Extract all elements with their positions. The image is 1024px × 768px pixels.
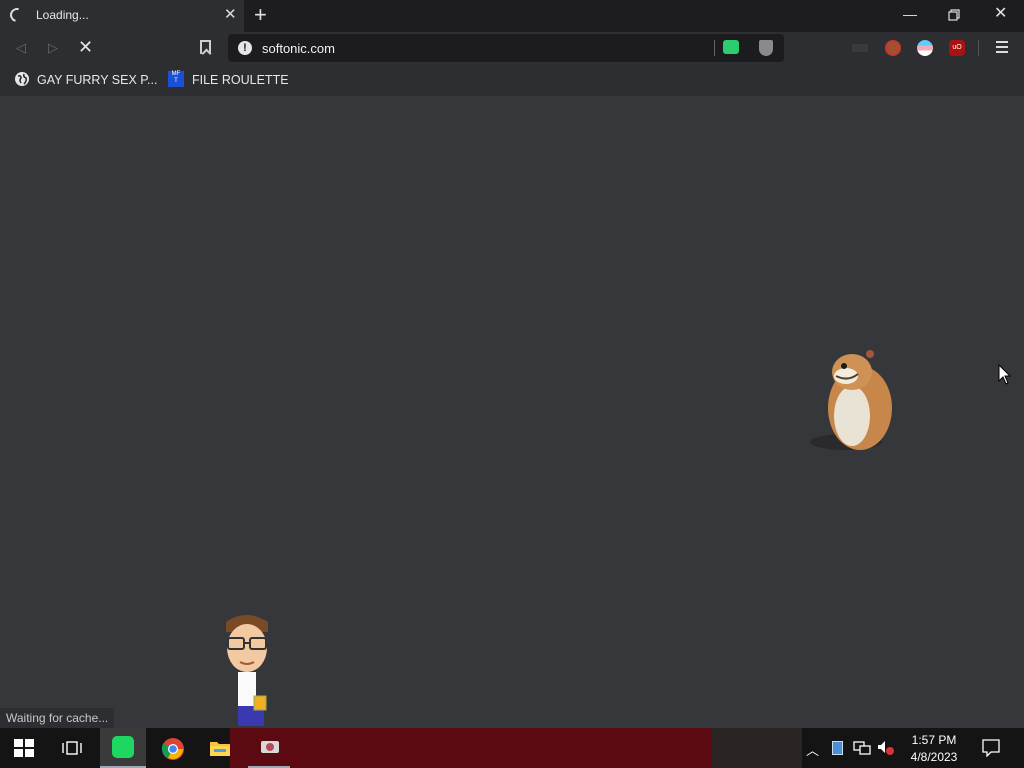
restore-icon	[948, 9, 960, 21]
new-tab-button[interactable]: +	[254, 3, 267, 27]
tab-close-icon[interactable]: ✕	[224, 6, 237, 24]
tray-app-icon[interactable]	[832, 741, 843, 755]
tab-strip: Loading... ✕ + — ✕	[0, 0, 1024, 32]
address-bar-divider	[714, 40, 715, 56]
address-bar[interactable]: ! softonic.com	[228, 34, 784, 62]
shield-icon[interactable]	[759, 40, 773, 56]
flag-extension-icon[interactable]	[917, 40, 933, 56]
site-info-icon[interactable]: !	[238, 41, 252, 55]
clock-date: 4/8/2023	[910, 750, 958, 764]
taskbar-file-explorer[interactable]	[198, 728, 242, 768]
cartoon-character-image	[226, 615, 268, 726]
bookmark-item-2[interactable]: FILE ROULETTE	[192, 73, 289, 87]
folder-icon	[210, 742, 230, 756]
windows-start-icon[interactable]	[14, 739, 34, 757]
bookmark-icon[interactable]	[200, 40, 211, 54]
back-button[interactable]: ◁	[16, 40, 26, 56]
restore-button[interactable]	[948, 8, 960, 21]
bookmark-item-1[interactable]: GAY FURRY SEX P...	[37, 73, 157, 87]
clock-time: 1:57 PM	[911, 733, 957, 747]
tray-clock[interactable]: 1:57 PM 4/8/2023	[908, 732, 960, 766]
file-roulette-icon: MF T	[168, 71, 184, 87]
hamster-image	[810, 350, 892, 450]
volume-muted-icon[interactable]	[877, 740, 895, 756]
close-window-button[interactable]: ✕	[994, 6, 1007, 22]
status-bar: Waiting for cache...	[0, 708, 115, 728]
globe-icon	[15, 72, 29, 86]
windows-taskbar: ︿	[0, 728, 1024, 768]
taskbar-app-active[interactable]	[248, 728, 290, 768]
forward-button[interactable]: ▷	[48, 40, 58, 56]
ghost-extension-icon[interactable]	[852, 44, 868, 52]
bookmarks-bar: GAY FURRY SEX P... MF T FILE ROULETTE	[0, 64, 1024, 96]
avatar-extension-icon[interactable]	[885, 40, 901, 56]
menu-icon[interactable]	[996, 41, 1008, 56]
action-center-icon[interactable]	[982, 739, 1000, 757]
ublock-origin-icon[interactable]: uO	[949, 40, 965, 56]
task-view-icon[interactable]	[62, 740, 82, 756]
tab-title: Loading...	[36, 8, 89, 22]
taskbar-chrome[interactable]	[150, 728, 196, 768]
minimize-button[interactable]: —	[903, 6, 917, 22]
tray-overflow-chevron-icon[interactable]: ︿	[806, 740, 819, 759]
green-extension-icon[interactable]	[723, 40, 739, 54]
mouse-cursor-icon	[998, 364, 1012, 385]
taskbar-spotify[interactable]	[100, 728, 146, 768]
loading-spinner-icon	[7, 5, 27, 25]
network-icon[interactable]	[853, 741, 871, 755]
stop-loading-button[interactable]: ✕	[78, 37, 93, 57]
toolbar-divider	[978, 40, 979, 56]
taskbar-wallpaper-strip	[230, 728, 712, 768]
chrome-icon	[161, 738, 184, 760]
address-url[interactable]: softonic.com	[262, 41, 335, 56]
spotify-icon	[112, 736, 134, 758]
app-icon	[261, 741, 279, 753]
page-content	[0, 96, 1024, 728]
taskbar-wallpaper-strip-2	[712, 728, 802, 768]
tab-active[interactable]: Loading... ✕	[0, 0, 244, 32]
